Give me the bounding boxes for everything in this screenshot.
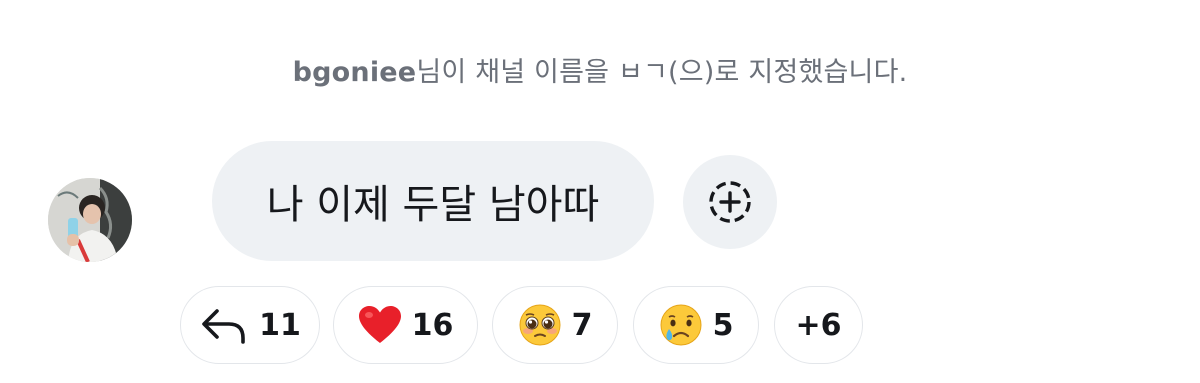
reaction-chip-pleading[interactable]: 7 — [492, 286, 618, 364]
reply-icon — [202, 309, 245, 344]
reply-chip[interactable]: 11 — [180, 286, 320, 364]
pleading-count: 7 — [571, 307, 593, 343]
reply-count: 11 — [259, 307, 301, 343]
heart-count: 16 — [411, 307, 454, 343]
more-reactions-chip[interactable]: +6 — [774, 286, 863, 364]
message-text: 나 이제 두달 남아따 — [266, 182, 600, 228]
add-reaction-icon — [709, 181, 751, 223]
avatar-photo — [48, 178, 132, 262]
pleading-face-emoji — [519, 304, 561, 346]
notice-text: 님이 채널 이름을 ㅂㄱ(으)로 지정했습니다. — [416, 57, 908, 88]
add-reaction-button[interactable] — [683, 155, 777, 249]
avatar[interactable] — [48, 178, 132, 262]
system-notice: bgoniee님이 채널 이름을 ㅂㄱ(으)로 지정했습니다. — [0, 50, 1200, 89]
reaction-chip-crying[interactable]: 5 — [633, 286, 759, 364]
more-reactions-label: +6 — [795, 307, 842, 343]
crying-count: 5 — [712, 307, 734, 343]
red-heart-emoji — [358, 306, 401, 343]
crying-face-emoji — [660, 304, 702, 346]
message-bubble[interactable]: 나 이제 두달 남아따 — [212, 141, 654, 261]
reaction-chip-heart[interactable]: 16 — [333, 286, 478, 364]
notice-username: bgoniee — [292, 57, 417, 88]
chat-screen: bgoniee님이 채널 이름을 ㅂㄱ(으)로 지정했습니다. 나 이제 두달 … — [0, 0, 1200, 383]
